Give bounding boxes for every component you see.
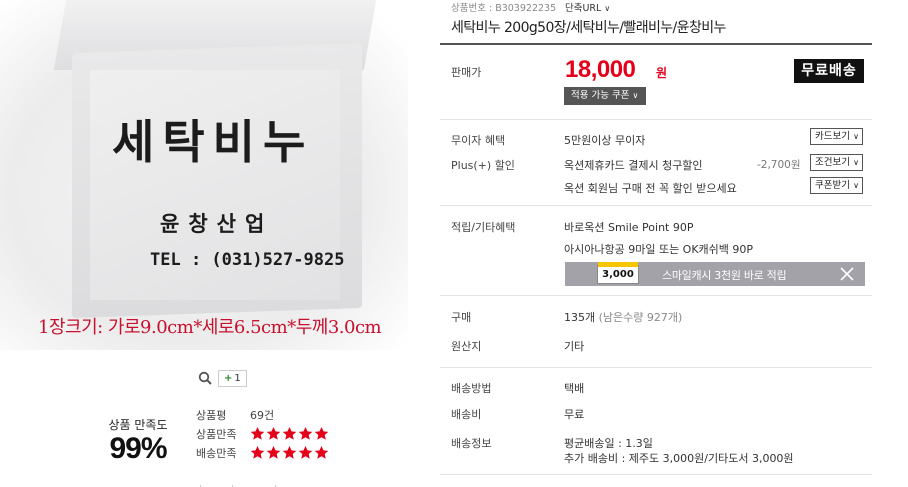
smile-cash-text: 스마일캐시 3천원 바로 적립 (662, 269, 787, 282)
shipping-info-line2: 추가 배송비 : 제주도 3,000원/기타도서 3,000원 (564, 452, 794, 465)
star-icon (266, 445, 281, 460)
satisfaction-label: 상품 만족도 (108, 418, 168, 432)
divider (440, 295, 872, 296)
close-icon[interactable] (839, 266, 855, 282)
shipping-fee-value: 무료 (564, 408, 585, 421)
product-rating-row: 상품만족 (196, 424, 329, 443)
product-image-panel: 세탁비누 윤창산업 TEL : (031)527-9825 1장크기: 가로9.… (0, 0, 440, 487)
star-icon (266, 426, 281, 441)
smile-point-text: 바로옥션 Smile Point 90P (564, 221, 694, 234)
rating-details: 상품평 69건 상품만족 배송만족 (196, 405, 329, 462)
shipping-method-value: 택배 (564, 382, 585, 395)
shipping-fee-label: 배송비 (451, 408, 482, 421)
price-label: 판매가 (451, 66, 482, 79)
condition-view-button[interactable]: 조건보기 ∨ (810, 154, 863, 171)
star-icon (298, 426, 313, 441)
delivery-rating-stars (250, 445, 329, 460)
delivery-rating-row: 배송만족 (196, 443, 329, 462)
plus-discount-label: Plus(+) 할인 (451, 159, 515, 172)
coupon-button-label: 적용 가능 쿠폰 (571, 90, 630, 101)
review-row[interactable]: 상품평 69건 (196, 405, 329, 424)
star-icon (282, 426, 297, 441)
plus-sign: + (224, 372, 233, 384)
star-icon (314, 445, 329, 460)
divider (440, 119, 872, 120)
star-icon (250, 445, 265, 460)
short-url-label: 단축URL (565, 3, 602, 14)
free-shipping-badge: 무료배송 (794, 59, 864, 83)
product-rating-stars (250, 426, 329, 441)
chevron-down-icon: ∨ (853, 158, 859, 167)
product-rating-label: 상품만족 (196, 427, 237, 441)
star-icon (298, 445, 313, 460)
card-discount-amount: -2,700원 (757, 159, 801, 171)
member-coupon-text: 옥션 회원님 구매 전 꼭 할인 받으세요 (564, 182, 737, 195)
purchase-count: 135개 (564, 311, 596, 324)
divider (440, 43, 872, 45)
box-print-title: 세탁비누 (112, 115, 314, 169)
applicable-coupon-button[interactable]: 적용 가능 쿠폰 ∨ (564, 87, 646, 105)
chevron-down-icon: ∨ (853, 181, 859, 190)
product-title: 세탁비누 200g50장/세탁비누/빨래비누/윤창비누 (451, 20, 726, 36)
interest-free-value: 5만원이상 무이자 (564, 134, 646, 147)
divider (440, 367, 872, 368)
points-label: 적립/기타혜택 (451, 221, 516, 234)
remaining-stock: (남은수량 927개) (598, 311, 683, 324)
chevron-down-icon: ∨ (853, 132, 859, 141)
coupon-receive-button[interactable]: 쿠폰받기 ∨ (810, 177, 863, 194)
interest-free-label: 무이자 혜택 (451, 134, 506, 147)
smile-cash-coin: 3,000 (597, 262, 639, 284)
box-print-company: 윤창산업 (160, 212, 274, 236)
short-url-button[interactable]: 단축URL ∨ (565, 0, 610, 14)
asiana-mile-text: 아시아나항공 9마일 또는 OK캐쉬백 90P (564, 243, 754, 256)
divider (440, 205, 872, 206)
shipping-info-line1: 평균배송일 : 1.3일 (564, 437, 653, 450)
card-discount-text: 옥션제휴카드 결제시 청구할인 (564, 159, 703, 172)
review-label: 상품평 (196, 408, 227, 422)
magnifier-icon[interactable] (198, 371, 212, 385)
star-icon (314, 426, 329, 441)
chevron-down-icon: ∨ (604, 4, 611, 13)
star-icon (282, 445, 297, 460)
satisfaction-percent: 99% (109, 432, 167, 465)
price-amount: 18,000 (565, 56, 636, 83)
product-number: 상품번호 : B303922235 (451, 3, 557, 14)
price-unit: 원 (656, 66, 668, 80)
satisfaction-summary: 상품 만족도 99% (98, 416, 178, 465)
review-count[interactable]: 69건 (250, 407, 274, 423)
origin-value: 기타 (564, 340, 585, 353)
delivery-rating-label: 배송만족 (196, 446, 237, 460)
product-photo: 세탁비누 윤창산업 TEL : (031)527-9825 1장크기: 가로9.… (0, 0, 408, 350)
divider (440, 474, 872, 475)
origin-label: 원산지 (451, 340, 482, 353)
smile-cash-banner[interactable]: 3,000 스마일캐시 3천원 바로 적립 (565, 262, 865, 286)
card-view-label: 카드보기 (815, 131, 850, 142)
star-icon (250, 426, 265, 441)
image-tools: +1 (198, 369, 247, 387)
plus-count: 1 (234, 372, 241, 384)
condition-view-label: 조건보기 (815, 157, 850, 168)
card-view-button[interactable]: 카드보기 ∨ (810, 128, 863, 145)
size-caption: 1장크기: 가로9.0cm*세로6.5cm*두께3.0cm (38, 317, 382, 338)
chevron-down-icon: ∨ (632, 91, 639, 100)
purchase-count-line: 135개 (남은수량 927개) (564, 309, 682, 325)
product-info-panel: 상품번호 : B303922235 단축URL ∨ 세탁비누 200g50장/세… (440, 0, 908, 487)
coupon-receive-label: 쿠폰받기 (815, 180, 850, 191)
shipping-info-label: 배송정보 (451, 437, 492, 450)
box-print-tel: TEL : (031)527-9825 (150, 250, 345, 270)
shipping-method-label: 배송방법 (451, 382, 492, 395)
plus-one-button[interactable]: +1 (218, 369, 247, 387)
purchase-label: 구매 (451, 311, 472, 324)
